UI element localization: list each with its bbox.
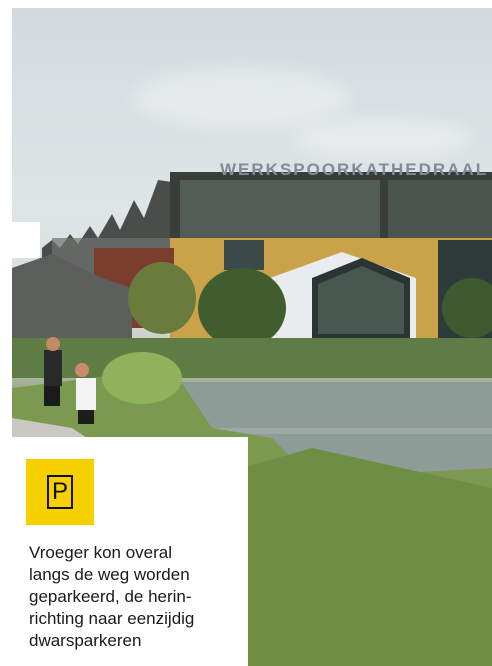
- parking-badge: P: [26, 459, 94, 525]
- card-line: dwarsparkeren: [29, 631, 142, 650]
- page-margin-lower: [0, 400, 12, 666]
- page-margin-top: [0, 0, 492, 8]
- card-paragraph: Vroeger kon overal langs de weg worden g…: [29, 542, 244, 652]
- parking-icon: P: [47, 475, 73, 509]
- info-card: P Vroeger kon overal langs de weg worden…: [12, 437, 248, 666]
- card-line: Vroeger kon overal: [29, 543, 173, 562]
- building-sign: WERKSPOORKATHEDRAAL: [220, 160, 489, 179]
- page-margin-notch: [0, 222, 40, 258]
- card-line: geparkeerd, de herin-: [29, 587, 192, 606]
- card-line: richting naar eenzijdig: [29, 609, 195, 628]
- parking-letter: P: [51, 478, 68, 505]
- card-line: langs de weg worden: [29, 565, 190, 584]
